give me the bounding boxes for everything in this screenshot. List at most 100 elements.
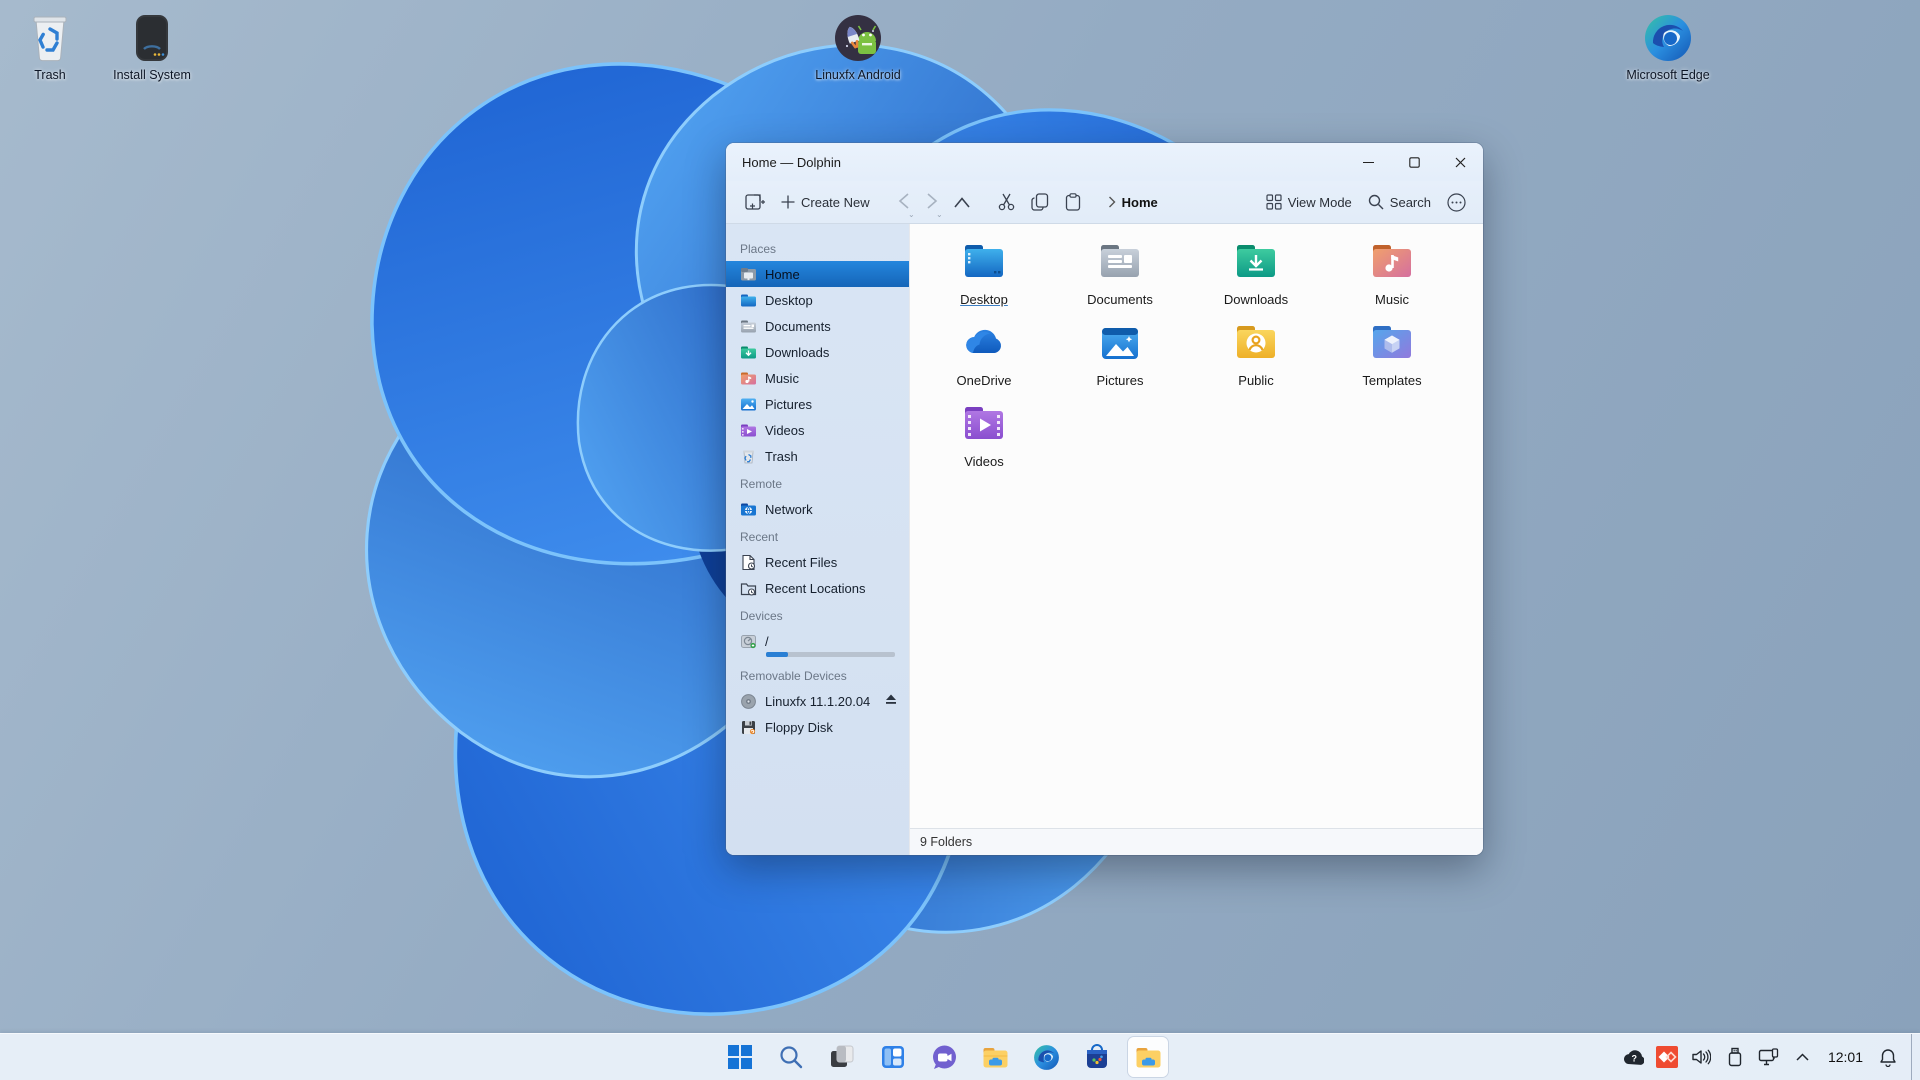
copy-button[interactable]	[1024, 186, 1056, 218]
folder-item-public[interactable]: Public	[1188, 319, 1324, 400]
sidebar-item-desktop[interactable]: Desktop	[730, 287, 905, 313]
start-button[interactable]	[720, 1037, 760, 1077]
videos-folder-icon	[960, 400, 1008, 448]
forward-button[interactable]: ⌄	[919, 186, 945, 219]
home-folder-icon	[740, 266, 757, 283]
section-title-remote: Remote	[740, 477, 783, 491]
breadcrumb-current[interactable]: Home	[1122, 195, 1158, 210]
music-folder-icon	[740, 370, 757, 387]
volume-tray-icon[interactable]	[1686, 1039, 1716, 1075]
folder-item-music[interactable]: Music	[1324, 238, 1460, 319]
chat-button[interactable]	[924, 1037, 964, 1077]
new-file-button[interactable]	[738, 186, 772, 218]
clipboard-icon	[1065, 193, 1080, 211]
eject-button[interactable]	[885, 694, 897, 708]
view-mode-button[interactable]: View Mode	[1259, 186, 1359, 218]
plus-icon	[781, 195, 795, 209]
desktop-folder-icon	[960, 238, 1008, 286]
onedrive-cloud-icon	[960, 319, 1008, 367]
folder-label: Pictures	[1096, 373, 1144, 388]
widgets-icon	[882, 1046, 904, 1068]
network-display-tray-icon[interactable]	[1754, 1039, 1784, 1075]
desktop-icon-microsoft-edge[interactable]: Microsoft Edge	[1620, 12, 1716, 84]
create-new-label: Create New	[801, 194, 870, 210]
root-disk-usage-bar	[766, 652, 895, 657]
desktop-icon-trash[interactable]: Trash	[2, 12, 98, 84]
folder-label: Videos	[964, 454, 1004, 469]
overflow-menu-button[interactable]	[1440, 186, 1473, 218]
tray-chevron-up[interactable]	[1788, 1039, 1818, 1075]
folder-item-onedrive[interactable]: OneDrive	[916, 319, 1052, 400]
anydesk-tray-icon[interactable]	[1652, 1039, 1682, 1075]
sidebar-item-root[interactable]: /	[730, 628, 905, 654]
dolphin-folder-icon	[1136, 1047, 1160, 1067]
task-view-button[interactable]	[822, 1037, 862, 1077]
desktop-icon-label: Linuxfx Android	[815, 68, 901, 82]
sidebar-item-documents[interactable]: Documents	[730, 313, 905, 339]
edge-icon	[1033, 1044, 1059, 1070]
dolphin-taskbar-button[interactable]	[1128, 1037, 1168, 1077]
notifications-bell-icon[interactable]	[1873, 1039, 1903, 1075]
folder-item-desktop[interactable]: Desktop	[916, 238, 1052, 319]
folder-item-downloads[interactable]: Downloads	[1188, 238, 1324, 319]
floppy-disk-icon	[740, 719, 757, 736]
breadcrumb[interactable]: Home	[1102, 195, 1164, 210]
grid-icon	[1266, 194, 1282, 210]
show-desktop-button[interactable]	[1911, 1034, 1916, 1080]
paste-button[interactable]	[1058, 186, 1088, 218]
sidebar-item-videos[interactable]: Videos	[730, 417, 905, 443]
sidebar-item-music[interactable]: Music	[730, 365, 905, 391]
chat-camera-icon	[932, 1045, 956, 1069]
folder-view[interactable]: Desktop Documents Downloads Music OneDri…	[910, 224, 1483, 828]
dolphin-window: Home — Dolphin Create New ⌄ ⌄ Home View …	[726, 143, 1483, 855]
folder-item-videos[interactable]: Videos	[916, 400, 1052, 481]
widgets-button[interactable]	[873, 1037, 913, 1077]
sidebar-item-label: Desktop	[765, 292, 813, 308]
cut-button[interactable]	[991, 186, 1022, 218]
root-disk-usage-fill	[766, 652, 788, 657]
forward-chevron-icon	[927, 192, 937, 209]
sidebar-item-label: Network	[765, 501, 813, 517]
window-titlebar[interactable]: Home — Dolphin	[726, 143, 1483, 181]
usb-device-tray-icon[interactable]	[1720, 1039, 1750, 1075]
view-mode-label: View Mode	[1287, 194, 1352, 210]
folder-label: Downloads	[1223, 292, 1289, 307]
sidebar-item-floppy-disk[interactable]: Floppy Disk	[730, 714, 905, 740]
sidebar-item-recent-locations[interactable]: Recent Locations	[730, 575, 905, 601]
sidebar-item-label: Recent Locations	[765, 580, 866, 596]
sidebar-item-network[interactable]: Network	[730, 496, 905, 522]
sidebar-item-home[interactable]: Home	[726, 261, 909, 287]
taskbar-search-button[interactable]	[771, 1037, 811, 1077]
microsoft-store-button[interactable]	[1077, 1037, 1117, 1077]
back-button[interactable]: ⌄	[891, 186, 917, 219]
folder-item-pictures[interactable]: Pictures	[1052, 319, 1188, 400]
sidebar-item-downloads[interactable]: Downloads	[730, 339, 905, 365]
up-button[interactable]	[947, 186, 977, 218]
search-button[interactable]: Search	[1361, 186, 1438, 218]
desktop-icon-linuxfx-android[interactable]: Linuxfx Android	[810, 12, 906, 84]
desktop-icon-install-system[interactable]: Install System	[104, 12, 200, 84]
sidebar-item-label: Documents	[765, 318, 831, 334]
sidebar-item-recent-files[interactable]: Recent Files	[730, 549, 905, 575]
places-panel: Places Home Desktop Documents Downloads …	[726, 224, 909, 855]
close-button[interactable]	[1437, 143, 1483, 181]
taskbar-clock[interactable]: 12:01	[1822, 1039, 1869, 1075]
file-explorer-button[interactable]	[975, 1037, 1015, 1077]
maximize-button[interactable]	[1391, 143, 1437, 181]
store-icon	[1087, 1044, 1107, 1068]
create-new-button[interactable]: Create New	[774, 186, 877, 218]
install-system-drive-icon	[126, 12, 178, 64]
minimize-button[interactable]	[1345, 143, 1391, 181]
windows-logo-icon	[728, 1045, 752, 1069]
cloud-sync-tray-icon[interactable]: ?	[1618, 1039, 1648, 1075]
folder-item-templates[interactable]: Templates	[1324, 319, 1460, 400]
scissors-icon	[998, 193, 1014, 211]
documents-folder-icon	[740, 318, 757, 335]
edge-button[interactable]	[1026, 1037, 1066, 1077]
search-icon	[1368, 194, 1384, 210]
sidebar-item-trash[interactable]: Trash	[730, 443, 905, 469]
folder-item-documents[interactable]: Documents	[1052, 238, 1188, 319]
folder-label: OneDrive	[956, 373, 1012, 388]
sidebar-item-pictures[interactable]: Pictures	[730, 391, 905, 417]
sidebar-item-linuxfx-media[interactable]: Linuxfx 11.1.20.04	[730, 688, 905, 714]
